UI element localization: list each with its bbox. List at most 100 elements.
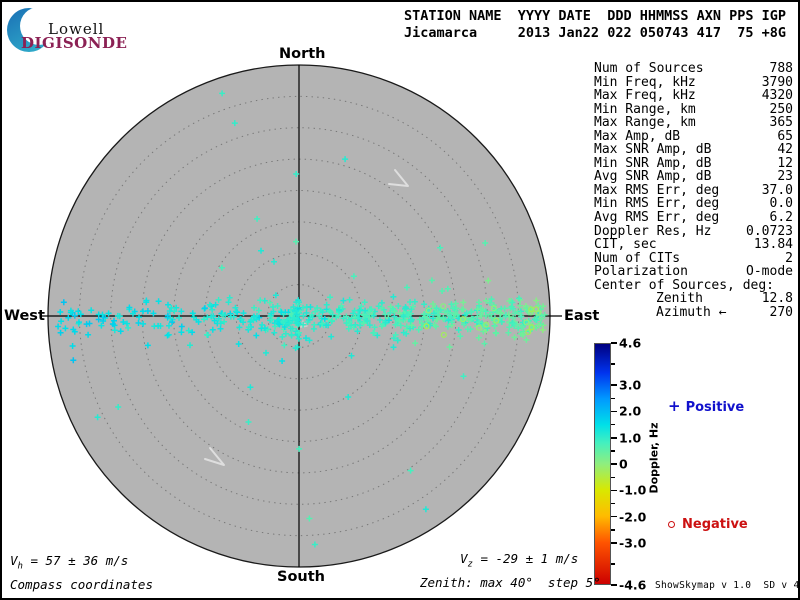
colorbar-tick-label: -4.6 — [619, 577, 647, 593]
legend-positive: + Positive — [668, 397, 744, 415]
stat-row: Max RMS Err, deg 37.0 — [594, 184, 793, 198]
zenith-settings-label: Zenith: max 40° step 5° — [420, 575, 601, 590]
stat-value: 42 — [777, 142, 793, 158]
stat-value: 0.0723 — [746, 223, 793, 239]
legend-negative-label: Negative — [682, 517, 748, 532]
compass-west-label: West — [4, 308, 45, 324]
rotation-chevrons — [204, 169, 409, 466]
stat-value: 37.0 — [761, 182, 793, 198]
colorbar-major-tick — [611, 489, 617, 492]
circle-marker-icon — [668, 521, 675, 528]
axes — [40, 65, 562, 567]
stat-label: Zenith — [656, 291, 703, 307]
stat-label: Num of CITs — [594, 250, 681, 266]
header-column-titles: STATION NAME YYYY DATE DDD HHMMSS AXN PP… — [404, 8, 787, 24]
stat-label: Polarization — [594, 264, 688, 280]
colorbar-major-tick — [611, 463, 617, 465]
colorbar-minor-tick — [611, 502, 615, 505]
skymap-window: Lowell DIGISONDE STATION NAME YYYY DATE … — [0, 0, 800, 600]
stat-value: 4320 — [761, 88, 793, 104]
stat-value: 12.8 — [761, 291, 793, 307]
skymap-disc — [47, 64, 551, 568]
doppler-colorbar — [594, 343, 611, 585]
stat-label: Center of Sources, deg: — [594, 277, 775, 293]
vertical-velocity-label: Vz = -29 ± 1 m/s — [460, 551, 579, 570]
stat-row: Doppler Res, Hz 0.0723 — [594, 225, 793, 239]
stat-label: Max Freq, kHz — [594, 88, 696, 104]
stat-value: 365 — [769, 115, 793, 131]
plus-marker-icon: + — [668, 397, 681, 415]
stat-value: 270 — [769, 304, 793, 320]
stat-label: Avg RMS Err, deg — [594, 210, 720, 226]
stat-row: Max Amp, dB 65 — [594, 130, 793, 144]
colorbar-major-tick — [611, 384, 617, 386]
stat-value: 12 — [777, 155, 793, 171]
stat-label: Max Range, km — [594, 115, 696, 131]
stat-row: Num of CITs 2 — [594, 252, 793, 266]
stat-label: Max RMS Err, deg — [594, 182, 720, 198]
stat-label: Max SNR Amp, dB — [594, 142, 712, 158]
zenith-rings — [78, 95, 520, 537]
stat-label: CIT, sec — [594, 237, 657, 253]
colorbar-major-tick — [611, 515, 617, 518]
colorbar-major-tick — [611, 342, 617, 344]
stat-row: Min Freq, kHz 3790 — [594, 74, 793, 90]
colorbar-major-tick — [611, 542, 617, 544]
stat-row: Max Freq, kHz 4320 — [594, 89, 793, 103]
stat-row: Min RMS Err, deg 0.0 — [594, 197, 793, 211]
stat-row: Avg SNR Amp, dB 23 — [594, 170, 793, 184]
colorbar-title: Doppler, Hz — [647, 422, 661, 494]
stat-value: 23 — [777, 169, 793, 185]
stat-row: Zenith 12.8 — [594, 292, 793, 306]
stat-label: Avg SNR Amp, dB — [594, 169, 712, 185]
stat-label: Min Range, km — [594, 101, 696, 117]
stat-row: Max Range, km 365 — [594, 116, 793, 130]
stat-label: Min SNR Amp, dB — [594, 155, 712, 171]
stat-label: Min Freq, kHz — [594, 74, 696, 90]
stat-value: 6.2 — [769, 210, 793, 226]
source-points — [55, 90, 548, 548]
stat-row: Azimuth ← 270 — [594, 306, 793, 320]
stat-row: Num of Sources 788 — [594, 62, 793, 76]
colorbar-tick-label: -1.0 — [619, 482, 647, 498]
colorbar-minor-tick — [611, 423, 615, 426]
stat-row: Avg RMS Err, deg 6.2 — [594, 211, 793, 225]
stats-panel: Num of Sources 788 Min Freq, kHz 3790 Max Fr… — [594, 62, 793, 319]
colorbar-minor-tick — [611, 450, 615, 452]
colorbar-tick-label: 0 — [619, 456, 628, 472]
colorbar-minor-tick — [611, 476, 615, 478]
software-version-label: ShowSkymap v 1.0 SD v 4.2 — [655, 580, 800, 591]
stat-label: Azimuth ← — [656, 304, 727, 320]
stat-value: 13.84 — [753, 237, 793, 253]
stat-value: 250 — [769, 101, 793, 117]
header-station-values: Jicamarca 2013 Jan22 022 050743 417 75 +… — [404, 25, 787, 41]
stat-row: Max SNR Amp, dB 42 — [594, 143, 793, 157]
legend-positive-label: Positive — [685, 400, 745, 415]
colorbar-major-tick — [611, 410, 617, 413]
stat-label: Min RMS Err, deg — [594, 196, 720, 212]
colorbar-tick-label: 2.0 — [619, 403, 642, 419]
colorbar-minor-tick — [611, 529, 615, 531]
coordinates-label: Compass coordinates — [10, 577, 153, 592]
stat-label: Doppler Res, Hz — [594, 223, 712, 239]
logo-digisonde-text: DIGISONDE — [21, 34, 128, 52]
compass-south-label: South — [277, 569, 325, 585]
drift-direction-arrow-icon — [300, 315, 314, 328]
compass-north-label: North — [279, 46, 326, 62]
stat-value: 2 — [785, 250, 793, 266]
colorbar-minor-tick — [611, 397, 615, 399]
stat-label: Max Amp, dB — [594, 128, 681, 144]
stat-row: Center of Sources, deg: — [594, 279, 793, 293]
stat-value: O-mode — [746, 264, 793, 280]
lowell-digisonde-logo: Lowell DIGISONDE — [2, 2, 242, 57]
stat-value: 0.0 — [769, 196, 793, 212]
colorbar-major-tick — [611, 437, 617, 439]
colorbar-tick-label: -2.0 — [619, 509, 647, 525]
stat-row: Polarization O-mode — [594, 265, 793, 279]
colorbar-tick-label: 4.6 — [619, 335, 642, 351]
stat-row: CIT, sec 13.84 — [594, 238, 793, 252]
stat-value: 3790 — [761, 74, 793, 90]
stat-label: Num of Sources — [594, 61, 704, 76]
chevron-lower-left-icon — [204, 447, 225, 466]
horizontal-velocity-label: Vh = 57 ± 36 m/s — [10, 553, 129, 572]
